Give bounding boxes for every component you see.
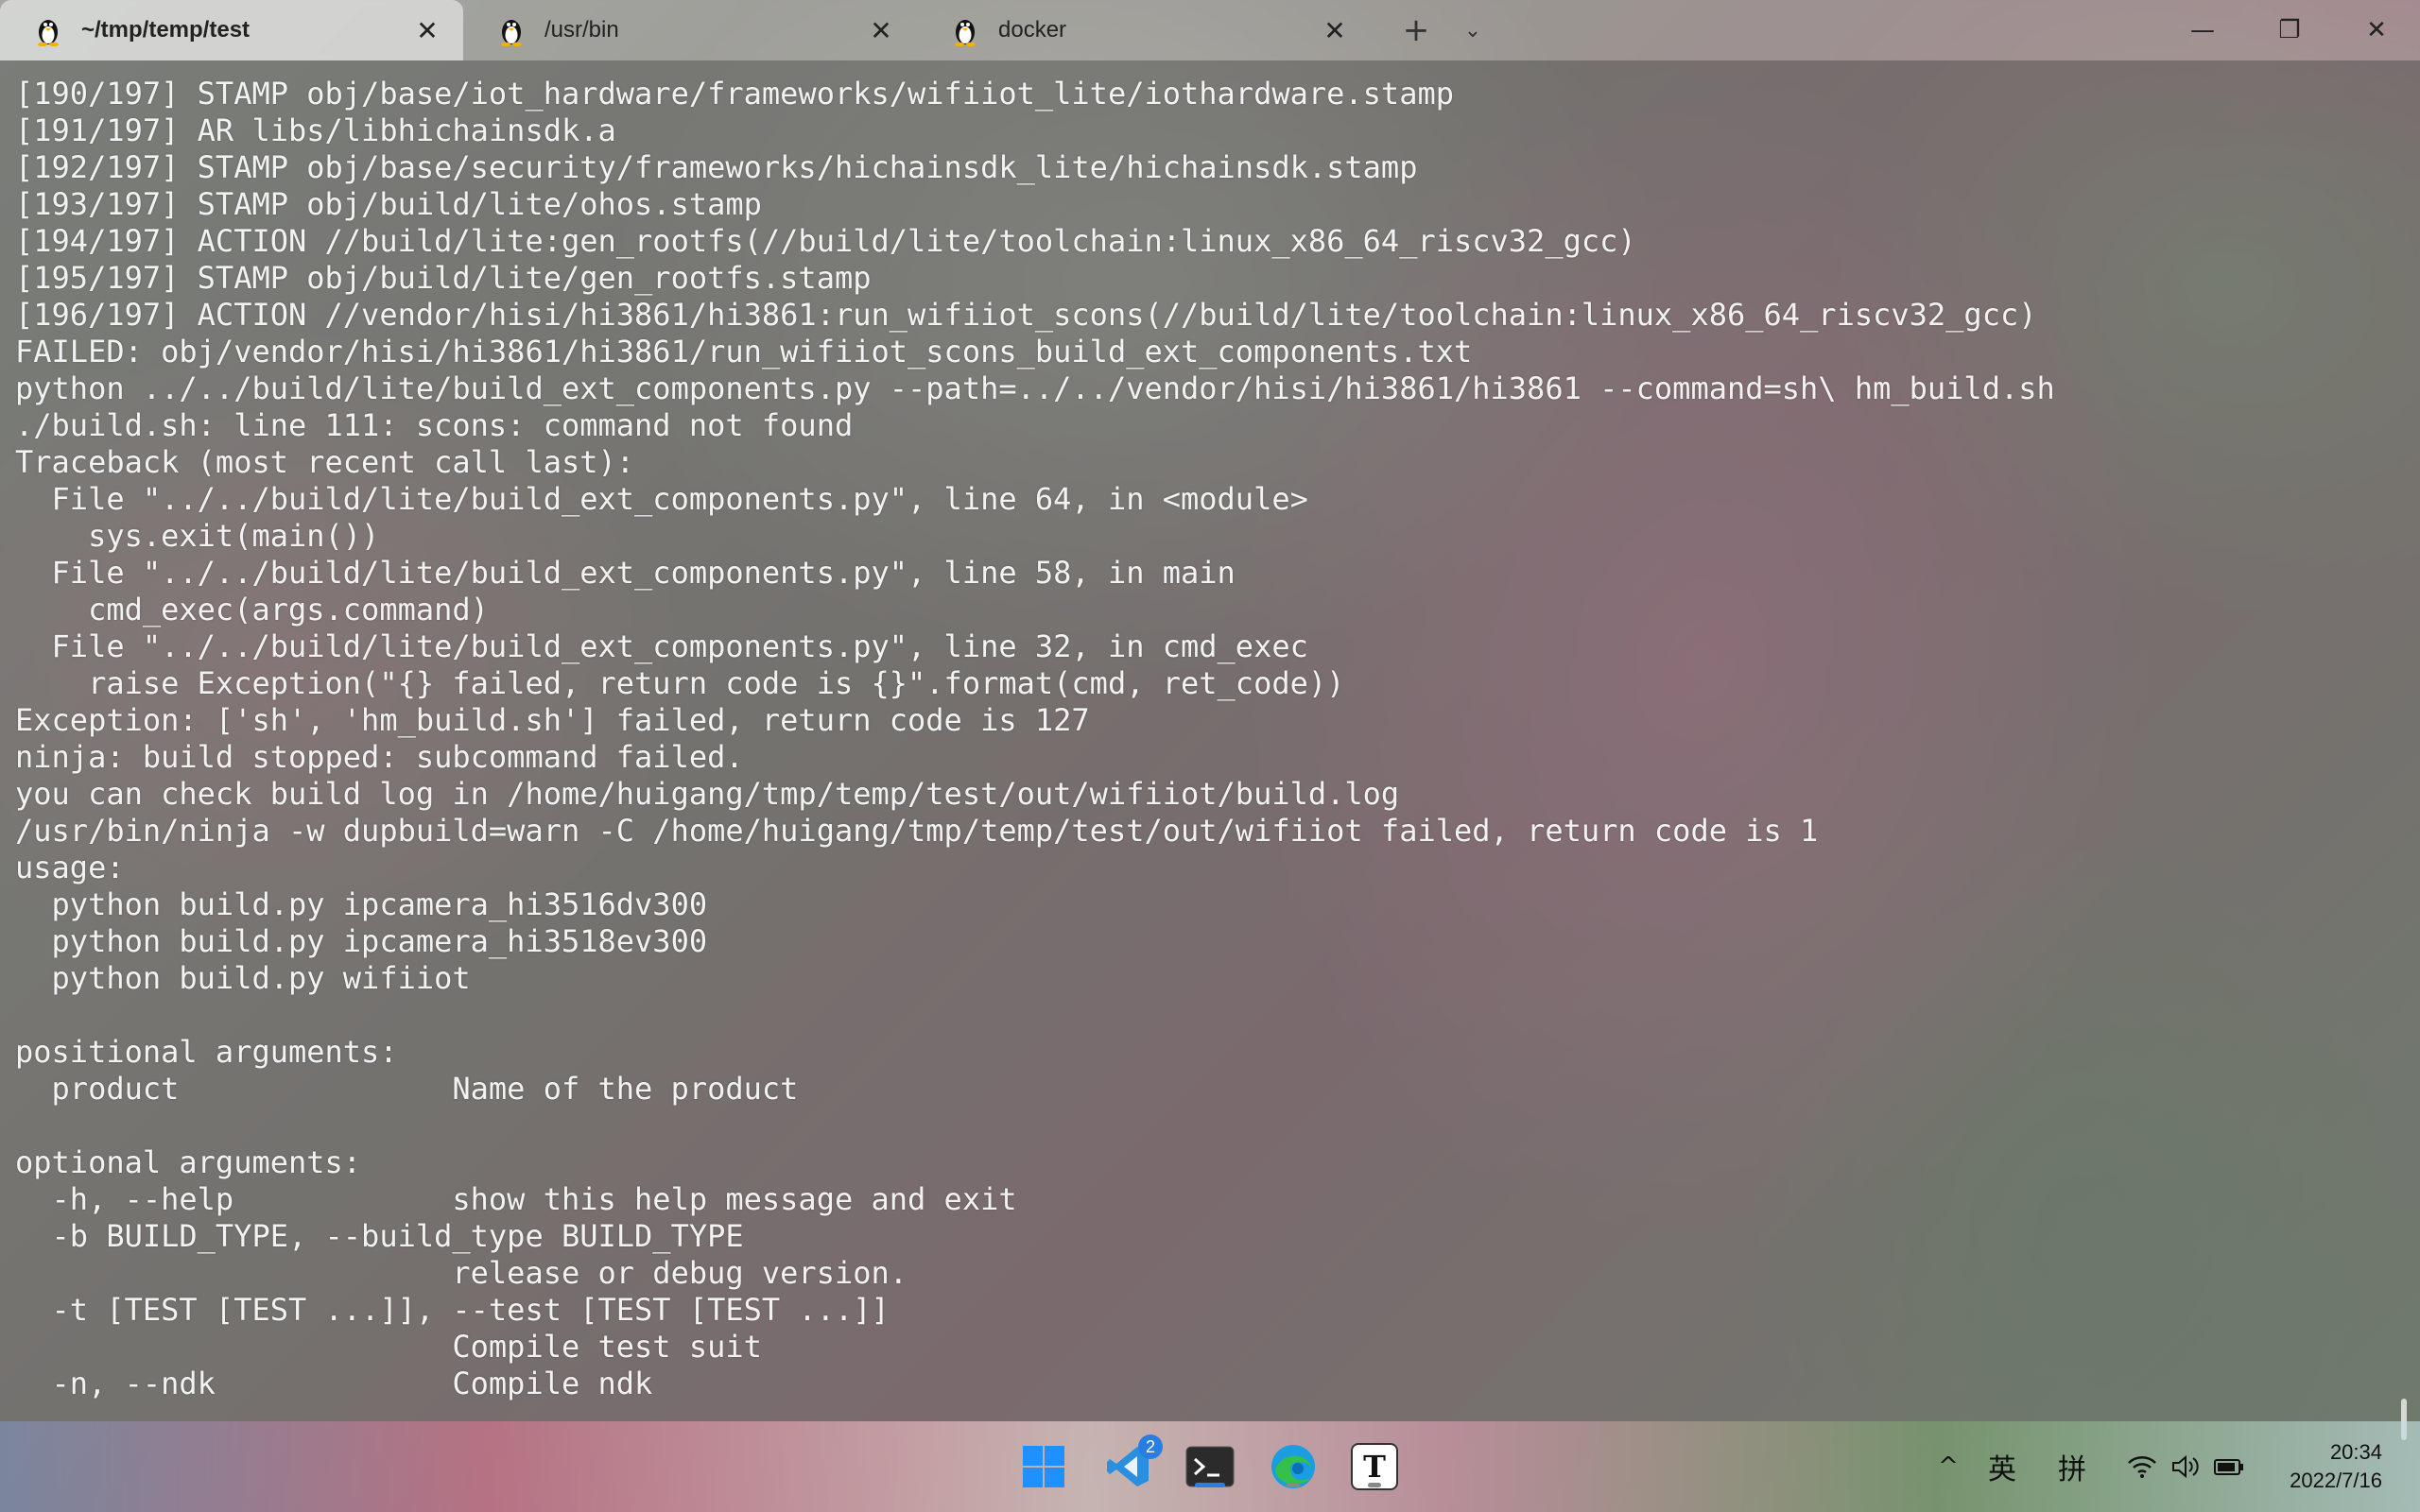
windows-start-icon (1023, 1446, 1064, 1487)
start-button[interactable] (1015, 1438, 1072, 1495)
terminal-line: [191/197] AR libs/libhichainsdk.a (15, 112, 616, 148)
terminal-line: sys.exit(main()) (15, 518, 380, 554)
terminal-line: release or debug version. (15, 1255, 908, 1291)
terminal-line: python build.py ipcamera_hi3518ev300 (15, 923, 708, 959)
terminal-line: Exception: ['sh', 'hm_build.sh'] failed,… (15, 702, 1090, 738)
terminal-button[interactable] (1182, 1438, 1238, 1495)
terminal-line: -h, --help show this help message and ex… (15, 1181, 1017, 1217)
close-tab-icon[interactable]: ✕ (410, 13, 444, 47)
terminal-line: [196/197] ACTION //vendor/hisi/hi3861/hi… (15, 297, 2037, 333)
linux-penguin-icon (955, 20, 976, 46)
system-clock[interactable]: 20:34 2022/7/16 (2290, 1438, 2382, 1495)
linux-penguin-icon (501, 20, 522, 46)
running-indicator (1287, 1483, 1300, 1487)
terminal-line: usage: (15, 850, 125, 885)
edge-button[interactable] (1265, 1438, 1322, 1495)
battery-icon[interactable] (2212, 1444, 2246, 1489)
terminal-line: ninja: build stopped: subcommand failed. (15, 739, 744, 775)
terminal-line: [190/197] STAMP obj/base/iot_hardware/fr… (15, 76, 1454, 112)
terminal-line: ./build.sh: line 111: scons: command not… (15, 407, 854, 443)
terminal-pane[interactable]: [190/197] STAMP obj/base/iot_hardware/fr… (0, 60, 2420, 1440)
minimize-button[interactable]: — (2159, 0, 2246, 60)
terminal-output: [190/197] STAMP obj/base/iot_hardware/fr… (15, 76, 2382, 1402)
terminal-line: File "../../build/lite/build_ext_compone… (15, 555, 1236, 591)
close-tab-icon[interactable]: ✕ (1318, 13, 1352, 47)
taskbar: 2 T ^ 英 拼 20:34 2022/7/16 (0, 1421, 2420, 1512)
terminal-line: [192/197] STAMP obj/base/security/framew… (15, 149, 1418, 185)
terminal-line: Compile test suit (15, 1329, 762, 1365)
tab-tmp-temp-test[interactable]: ~/tmp/temp/test ✕ (0, 0, 463, 60)
wifi-icon[interactable] (2125, 1444, 2159, 1489)
terminal-line: product Name of the product (15, 1071, 799, 1107)
ime-language-indicator[interactable]: 英 (1983, 1444, 2021, 1489)
terminal-line: File "../../build/lite/build_ext_compone… (15, 628, 1308, 664)
tab-bar: ~/tmp/temp/test ✕ /usr/bin ✕ docker ✕ + … (0, 0, 2420, 60)
tab-label: docker (998, 17, 1067, 43)
terminal-line: optional arguments: (15, 1144, 362, 1180)
new-tab-button[interactable]: + (1397, 11, 1435, 49)
terminal-line: Traceback (most recent call last): (15, 444, 635, 480)
terminal-line: you can check build log in /home/huigang… (15, 776, 1400, 812)
clock-time: 20:34 (2329, 1440, 2382, 1464)
terminal-line: python build.py wifiiot (15, 960, 471, 996)
terminal-line: cmd_exec(args.command) (15, 592, 489, 627)
terminal-line: -b BUILD_TYPE, --build_type BUILD_TYPE (15, 1218, 744, 1254)
terminal-line: [194/197] ACTION //build/lite:gen_rootfs… (15, 223, 1636, 259)
tab-dropdown-button[interactable]: ⌄ (1454, 11, 1492, 49)
close-window-button[interactable]: ✕ (2333, 0, 2420, 60)
terminal-line: [195/197] STAMP obj/build/lite/gen_rootf… (15, 260, 872, 296)
terminal-line: python ../../build/lite/build_ext_compon… (15, 370, 2055, 406)
tab-docker[interactable]: docker ✕ (917, 0, 1371, 60)
ime-mode-indicator[interactable]: 拼 (2053, 1444, 2091, 1489)
running-indicator (1368, 1483, 1381, 1487)
typora-button[interactable]: T (1346, 1438, 1403, 1495)
maximize-button[interactable]: ❐ (2246, 0, 2333, 60)
terminal-line: raise Exception("{} failed, return code … (15, 665, 1345, 701)
tab-label: /usr/bin (544, 17, 619, 43)
terminal-line: [193/197] STAMP obj/build/lite/ohos.stam… (15, 186, 762, 222)
terminal-line: -t [TEST [TEST ...]], --test [TEST [TEST… (15, 1292, 890, 1328)
linux-penguin-icon (38, 20, 59, 46)
terminal-line: FAILED: obj/vendor/hisi/hi3861/hi3861/ru… (15, 334, 1473, 369)
vscode-button[interactable]: 2 (1100, 1435, 1163, 1495)
terminal-icon (1185, 1446, 1235, 1487)
terminal-line: -n, --ndk Compile ndk (15, 1366, 653, 1401)
terminal-line: positional arguments: (15, 1034, 398, 1070)
terminal-line: python build.py ipcamera_hi3516dv300 (15, 886, 708, 922)
terminal-line: File "../../build/lite/build_ext_compone… (15, 481, 1308, 517)
clock-date: 2022/7/16 (2290, 1469, 2382, 1492)
volume-icon[interactable] (2169, 1444, 2203, 1489)
active-indicator (1195, 1483, 1225, 1487)
close-tab-icon[interactable]: ✕ (864, 13, 898, 47)
terminal-line: /usr/bin/ninja -w dupbuild=warn -C /home… (15, 813, 1819, 849)
tab-label: ~/tmp/temp/test (81, 17, 251, 43)
notification-badge: 2 (1138, 1435, 1163, 1459)
tab-usr-bin[interactable]: /usr/bin ✕ (463, 0, 917, 60)
tray-overflow-chevron[interactable]: ^ (1934, 1444, 1962, 1489)
